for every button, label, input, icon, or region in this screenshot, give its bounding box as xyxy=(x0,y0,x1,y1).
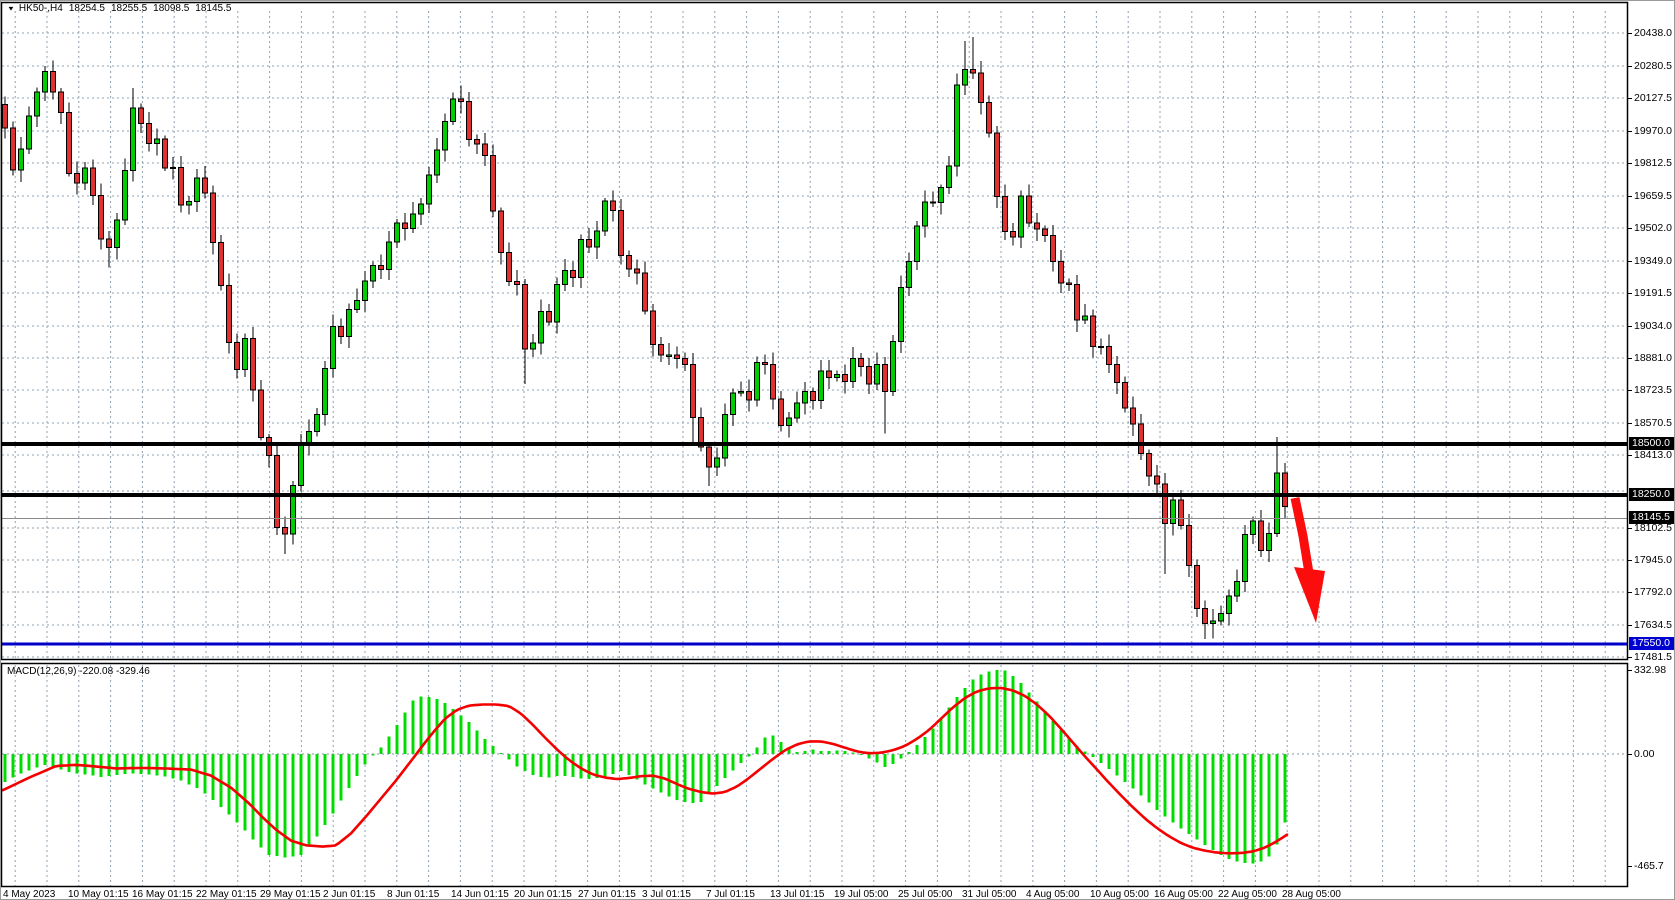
price-tick-label: 19034.0 xyxy=(1634,320,1672,332)
x-axis-label: 31 Jul 05:00 xyxy=(962,889,1017,900)
price-tick-mark xyxy=(1628,131,1632,132)
price-tick-label: 19349.0 xyxy=(1634,255,1672,267)
price-tick-mark xyxy=(1628,98,1632,99)
price-badge: 18250.0 xyxy=(1629,488,1675,501)
x-axis-label: 19 Jul 05:00 xyxy=(834,889,889,900)
price-tick-mark xyxy=(1628,261,1632,262)
price-tick-label: 19502.0 xyxy=(1634,222,1672,234)
quote-high: 18255.5 xyxy=(111,3,147,14)
macd-value-main: -220.08 xyxy=(79,666,113,677)
support-line-blue[interactable] xyxy=(1,643,1628,646)
x-axis-label: 10 Aug 05:00 xyxy=(1090,889,1149,900)
x-axis-label: 25 Jul 05:00 xyxy=(898,889,953,900)
x-axis-label: 29 May 01:15 xyxy=(260,889,321,900)
x-axis-label: 28 Aug 05:00 xyxy=(1282,889,1341,900)
price-tick-mark xyxy=(1628,592,1632,593)
resistance-line-black[interactable] xyxy=(1,442,1628,446)
price-tick-mark xyxy=(1628,163,1632,164)
price-tick-label: 19812.5 xyxy=(1634,157,1672,169)
quote-open: 18254.5 xyxy=(69,3,105,14)
price-tick-label: 17481.5 xyxy=(1634,651,1672,663)
price-tick-mark xyxy=(1628,33,1632,34)
macd-indicator-label: MACD(12,26,9) -220.08 -329.46 xyxy=(7,666,150,677)
x-axis-label: 14 Jun 01:15 xyxy=(451,889,509,900)
price-tick-mark xyxy=(1628,528,1632,529)
macd-name: MACD(12,26,9) xyxy=(7,666,76,677)
candlestick-series[interactable] xyxy=(3,37,1288,639)
price-badge: 18500.0 xyxy=(1629,437,1675,450)
quote-close: 18145.5 xyxy=(195,3,231,14)
price-badge: 17550.0 xyxy=(1629,637,1675,650)
macd-pane[interactable] xyxy=(2,670,1627,863)
macd-tick-label: 332.98 xyxy=(1634,664,1666,676)
x-axis-label: 22 Aug 05:00 xyxy=(1218,889,1277,900)
price-tick-label: 17792.0 xyxy=(1634,586,1672,598)
price-tick-mark xyxy=(1628,358,1632,359)
price-tick-mark xyxy=(1628,293,1632,294)
x-axis-label: 20 Jun 01:15 xyxy=(514,889,572,900)
price-tick-mark xyxy=(1628,326,1632,327)
price-tick-mark xyxy=(1628,228,1632,229)
resistance-line-black[interactable] xyxy=(1,493,1628,497)
price-tick-label: 18881.0 xyxy=(1634,352,1672,364)
price-tick-label: 20280.5 xyxy=(1634,60,1672,72)
price-tick-mark xyxy=(1628,66,1632,67)
price-tick-label: 18570.5 xyxy=(1634,417,1672,429)
x-axis-label: 7 Jul 01:15 xyxy=(706,889,755,900)
price-tick-label: 19659.5 xyxy=(1634,190,1672,202)
price-tick-mark xyxy=(1628,390,1632,391)
x-axis-label: 2 Jun 01:15 xyxy=(323,889,375,900)
price-tick-label: 18413.0 xyxy=(1634,449,1672,461)
price-tick-label: 19191.5 xyxy=(1634,287,1672,299)
price-tick-label: 17945.0 xyxy=(1634,554,1672,566)
price-tick-label: 18723.5 xyxy=(1634,384,1672,396)
x-axis-label: 3 Jul 01:15 xyxy=(642,889,691,900)
macd-value-signal: -329.46 xyxy=(116,666,150,677)
price-tick-label: 20438.0 xyxy=(1634,27,1672,39)
chart-window: ▼ HK50-,H4 18254.5 18255.5 18098.5 18145.5 MA… xyxy=(0,0,1675,900)
x-axis-label: 8 Jun 01:15 xyxy=(387,889,439,900)
x-axis-label: 13 Jul 01:15 xyxy=(770,889,825,900)
price-tick-mark xyxy=(1628,560,1632,561)
x-axis-label: 22 May 01:15 xyxy=(196,889,257,900)
price-levels[interactable] xyxy=(1,442,1628,646)
x-axis-label: 16 May 01:15 xyxy=(132,889,193,900)
x-axis-label: 16 Aug 05:00 xyxy=(1154,889,1213,900)
price-tick-mark xyxy=(1628,657,1632,658)
x-axis-label: 27 Jun 01:15 xyxy=(578,889,636,900)
symbol-dropdown-icon[interactable]: ▼ xyxy=(7,5,15,12)
macd-tick-mark xyxy=(1628,754,1632,755)
macd-tick-label: -465.7 xyxy=(1634,860,1664,872)
x-axis-label: 4 Aug 05:00 xyxy=(1026,889,1079,900)
price-tick-label: 19970.0 xyxy=(1634,125,1672,137)
price-tick-mark xyxy=(1628,196,1632,197)
price-tick-label: 17634.5 xyxy=(1634,619,1672,631)
x-axis-label: 4 May 2023 xyxy=(3,889,55,900)
price-tick-mark xyxy=(1628,455,1632,456)
x-axis-label: 10 May 01:15 xyxy=(68,889,129,900)
macd-tick-mark xyxy=(1628,670,1632,671)
price-tick-label: 20127.5 xyxy=(1634,92,1672,104)
price-tick-mark xyxy=(1628,625,1632,626)
price-badge: 18145.5 xyxy=(1629,511,1675,524)
quote-low: 18098.5 xyxy=(153,3,189,14)
chart-canvas[interactable] xyxy=(1,1,1675,900)
price-tick-mark xyxy=(1628,423,1632,424)
macd-tick-label: 0.00 xyxy=(1634,748,1654,760)
symbol-name: HK50-,H4 xyxy=(19,3,63,14)
macd-tick-mark xyxy=(1628,866,1632,867)
symbol-header: ▼ HK50-,H4 18254.5 18255.5 18098.5 18145.5 xyxy=(7,3,237,14)
